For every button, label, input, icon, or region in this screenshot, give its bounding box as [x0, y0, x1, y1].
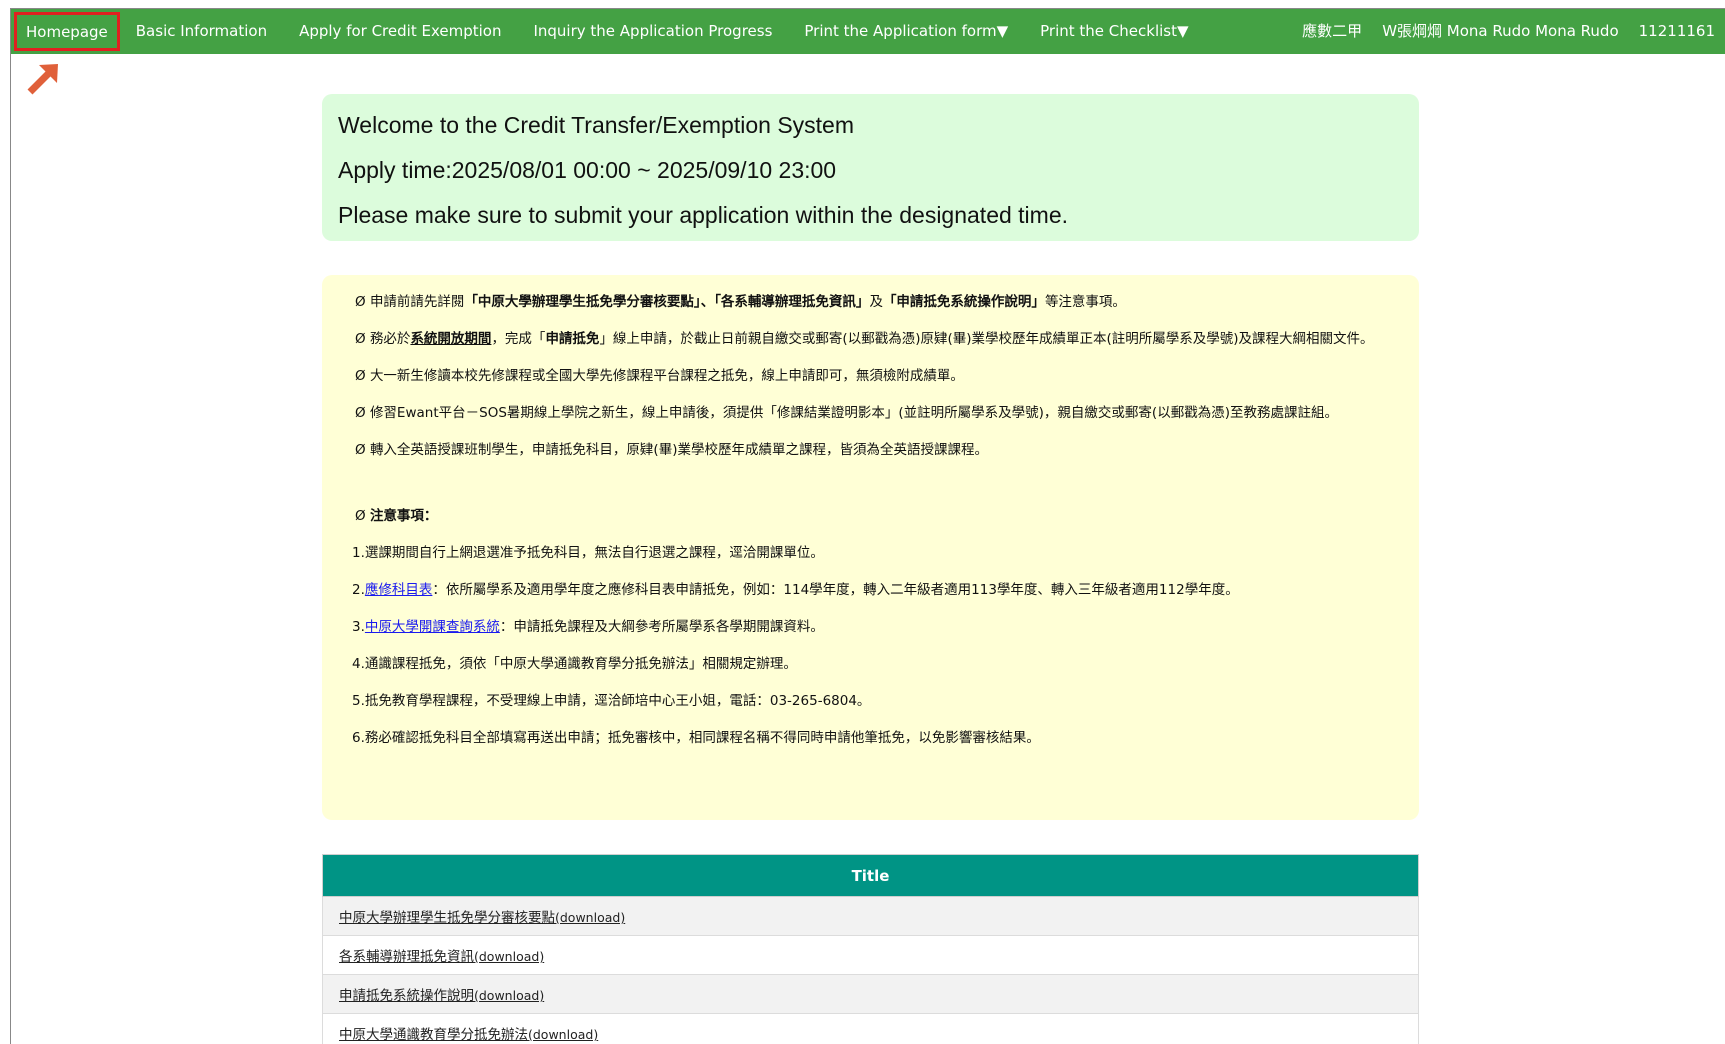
- bullet-icon: Ø: [355, 331, 366, 347]
- notice-bold-text: 「申請抵免系統操作說明」: [882, 294, 1045, 310]
- numbered-note: 5.抵免教育學程課程，不受理線上申請，逕洽師培中心王小姐，電話：03-265-6…: [352, 693, 871, 709]
- nav-print-checklist[interactable]: Print the Checklist▼: [1024, 9, 1204, 54]
- notice-text: 及: [869, 294, 883, 310]
- table-cell: 中原大學通識教育學分抵免辦法(download): [322, 1013, 1419, 1044]
- table-cell: 中原大學辦理學生抵免學分審核要點(download): [322, 896, 1419, 936]
- top-navbar: Homepage Basic Information Apply for Cre…: [11, 9, 1725, 54]
- download-link[interactable]: (download): [474, 949, 544, 964]
- notice-text: 修習Ewant平台－SOS暑期線上學院之新生，線上申請後，須提供「修課結業證明影…: [369, 405, 1338, 421]
- user-name: W張焵焵 Mona Rudo Mona Rudo: [1382, 22, 1619, 40]
- notice-panel: Ø 申請前請先詳閱「中原大學辦理學生抵免學分審核要點」、「各系輔導辦理抵免資訊」…: [322, 275, 1419, 820]
- nav-apply-credit-exemption[interactable]: Apply for Credit Exemption: [283, 9, 517, 54]
- course-query-system-link[interactable]: 中原大學開課查詢系統: [365, 619, 500, 635]
- notice-text: ：依所屬學系及適用學年度之應修科目表申請抵免，例如：114學年度，轉入二年級者適…: [432, 582, 1239, 598]
- document-link[interactable]: 中原大學通識教育學分抵免辦法: [339, 1027, 528, 1043]
- numbered-note: 3.中原大學開課查詢系統：申請抵免課程及大綱參考所屬學系各學期開課資料。: [352, 616, 1395, 638]
- download-link[interactable]: (download): [555, 910, 625, 925]
- welcome-panel: Welcome to the Credit Transfer/Exemption…: [322, 94, 1419, 241]
- notice-text: 」線上申請，於截止日前親自繳交或郵寄(以郵戳為憑)原肄(畢)業學校歷年成績單正本…: [599, 331, 1374, 347]
- notice-text: 大一新生修讀本校先修課程或全國大學先修課程平台課程之抵免，線上申請即可，無須檢附…: [369, 368, 964, 384]
- attention-heading: Ø 注意事項：: [355, 505, 1395, 527]
- attention-title: 注意事項：: [369, 508, 438, 524]
- note-number: 3.: [352, 619, 365, 635]
- notice-item: Ø 大一新生修讀本校先修課程或全國大學先修課程平台課程之抵免，線上申請即可，無須…: [355, 365, 1395, 387]
- documents-table: Title 中原大學辦理學生抵免學分審核要點(download) 各系輔導辦理抵…: [322, 854, 1419, 1044]
- page-frame: Homepage Basic Information Apply for Cre…: [10, 8, 1725, 1044]
- notice-text: 申請前請先詳閱: [369, 294, 465, 310]
- table-row: 各系輔導辦理抵免資訊(download): [322, 935, 1419, 975]
- numbered-note: 2.應修科目表：依所屬學系及適用學年度之應修科目表申請抵免，例如：114學年度，…: [352, 579, 1395, 601]
- welcome-title: Welcome to the Credit Transfer/Exemption…: [338, 112, 854, 138]
- table-row: 中原大學辦理學生抵免學分審核要點(download): [322, 896, 1419, 936]
- notice-text: 等注意事項。: [1044, 294, 1126, 310]
- notice-text: 務必於: [369, 331, 411, 347]
- numbered-note: 4.通識課程抵免，須依「中原大學通識教育學分抵免辦法」相關規定辦理。: [352, 656, 797, 672]
- notice-item: Ø 修習Ewant平台－SOS暑期線上學院之新生，線上申請後，須提供「修課結業證…: [355, 402, 1395, 424]
- notice-bold-text: 「各系輔導辦理抵免資訊」: [714, 294, 870, 310]
- table-header-title: Title: [322, 854, 1419, 897]
- notice-text: ，完成「: [491, 331, 546, 347]
- bullet-icon: Ø: [355, 508, 366, 524]
- notice-bold-text: 、: [700, 294, 715, 310]
- note-number: 2.: [352, 582, 365, 598]
- notice-item: Ø 轉入全英語授課班制學生，申請抵免科目，原肄(畢)業學校歷年成績單之課程，皆須…: [355, 439, 1395, 461]
- document-link[interactable]: 各系輔導辦理抵免資訊: [339, 949, 474, 965]
- user-class: 應數二甲: [1302, 22, 1363, 40]
- table-row: 申請抵免系統操作說明(download): [322, 974, 1419, 1014]
- notice-item: Ø 務必於系統開放期間，完成「申請抵免」線上申請，於截止日前親自繳交或郵寄(以郵…: [355, 328, 1395, 350]
- table-row: 中原大學通識教育學分抵免辦法(download): [322, 1013, 1419, 1044]
- notice-item: Ø 申請前請先詳閱「中原大學辦理學生抵免學分審核要點」、「各系輔導辦理抵免資訊」…: [355, 291, 1395, 313]
- required-courses-link[interactable]: 應修科目表: [365, 582, 433, 598]
- nav-inquiry-progress[interactable]: Inquiry the Application Progress: [517, 9, 788, 54]
- bullet-icon: Ø: [355, 405, 366, 421]
- download-link[interactable]: (download): [474, 988, 544, 1003]
- notice-bold-text: 「中原大學辦理學生抵免學分審核要點」: [464, 294, 701, 310]
- table-header-row: Title: [322, 854, 1419, 897]
- notice-bold-text: 申請抵免: [545, 331, 600, 347]
- nav-basic-information[interactable]: Basic Information: [120, 9, 283, 54]
- table-cell: 各系輔導辦理抵免資訊(download): [322, 935, 1419, 975]
- bullet-icon: Ø: [355, 442, 366, 458]
- notice-text: ：申請抵免課程及大綱參考所屬學系各學期開課資料。: [499, 619, 824, 635]
- download-link[interactable]: (download): [528, 1027, 598, 1042]
- document-link[interactable]: 中原大學辦理學生抵免學分審核要點: [339, 910, 555, 926]
- document-link[interactable]: 申請抵免系統操作說明: [339, 988, 474, 1004]
- notice-underlined-text: 系統開放期間: [410, 331, 492, 347]
- submit-reminder: Please make sure to submit your applicat…: [338, 202, 1069, 228]
- nav-homepage[interactable]: Homepage: [14, 12, 120, 51]
- notice-text: 轉入全英語授課班制學生，申請抵免科目，原肄(畢)業學校歷年成績單之課程，皆須為全…: [369, 442, 988, 458]
- numbered-note: 6.務必確認抵免科目全部填寫再送出申請；抵免審核中，相同課程名稱不得同時申請他筆…: [352, 730, 1040, 746]
- numbered-note: 1.選課期間自行上網退選准予抵免科目，無法自行退選之課程，逕洽開課單位。: [352, 545, 824, 561]
- nav-print-application-form[interactable]: Print the Application form▼: [788, 9, 1024, 54]
- table-cell: 申請抵免系統操作說明(download): [322, 974, 1419, 1014]
- apply-time: Apply time:2025/08/01 00:00 ~ 2025/09/10…: [338, 157, 837, 183]
- user-student-id: 11211161: [1638, 22, 1715, 40]
- bullet-icon: Ø: [355, 368, 366, 384]
- bullet-icon: Ø: [355, 294, 366, 310]
- annotation-arrow-icon: [27, 64, 58, 95]
